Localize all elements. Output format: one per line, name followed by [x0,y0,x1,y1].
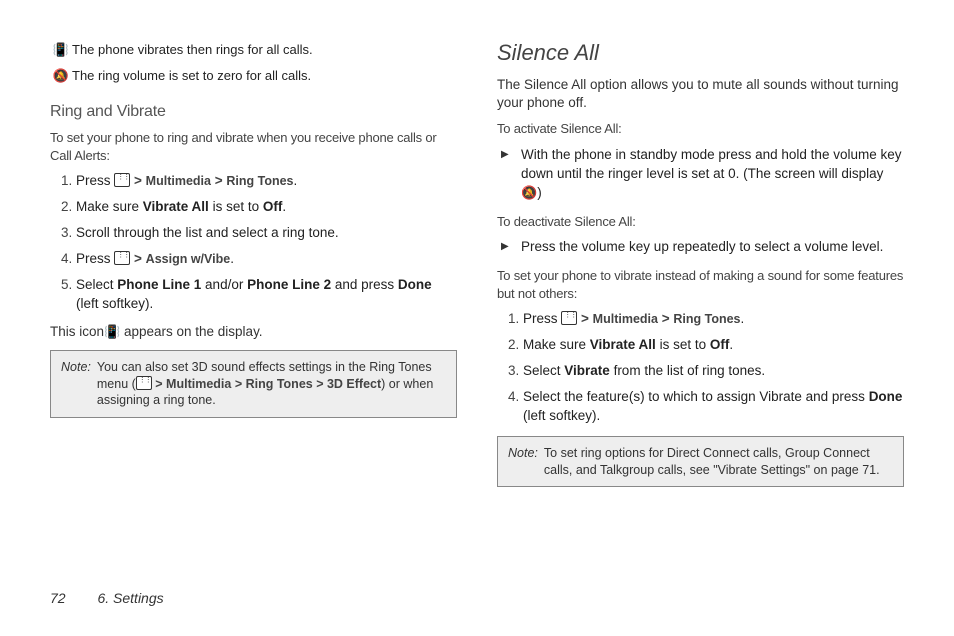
page-number: 72 [50,590,66,606]
section-heading-silence-all: Silence All [497,40,904,66]
deactivate-lead: To deactivate Silence All: [497,213,904,231]
display-icon-line: This icon📳 appears on the display. [50,323,457,341]
page-columns: 📳 The phone vibrates then rings for all … [50,40,904,495]
vibrate-ring-icon: 📳 [50,40,72,60]
step-item: Press > Assign w/Vibe. [76,250,457,269]
note-label: Note: [508,445,538,479]
vibrate-lead: To set your phone to vibrate instead of … [497,267,904,302]
note-box: Note: To set ring options for Direct Con… [497,436,904,488]
legend-text: The ring volume is set to zero for all c… [72,66,311,86]
step-item: Select Vibrate from the list of ring ton… [523,362,904,381]
bullet-item: With the phone in standby mode press and… [521,146,904,203]
steps-list: Press > Multimedia > Ring Tones. Make su… [497,310,904,425]
menu-key-icon [561,311,577,325]
page-footer: 72 6. Settings [50,590,164,606]
note-text: You can also set 3D sound effects settin… [97,359,446,410]
step-item: Press > Multimedia > Ring Tones. [523,310,904,329]
silent-bell-icon: 🔕 [521,185,537,200]
legend-text: The phone vibrates then rings for all ca… [72,40,313,60]
intro-text: The Silence All option allows you to mut… [497,76,904,112]
step-item: Select Phone Line 1 and/or Phone Line 2 … [76,276,457,314]
steps-list: Press > Multimedia > Ring Tones. Make su… [50,172,457,313]
step-item: Scroll through the list and select a rin… [76,224,457,243]
menu-key-icon [136,376,152,390]
note-text: To set ring options for Direct Connect c… [544,445,893,479]
icon-legend-list: 📳 The phone vibrates then rings for all … [50,40,457,85]
menu-key-icon [114,173,130,187]
left-column: 📳 The phone vibrates then rings for all … [50,40,457,495]
note-box: Note: You can also set 3D sound effects … [50,350,457,419]
legend-row: 📳 The phone vibrates then rings for all … [50,40,457,60]
step-item: Select the feature(s) to which to assign… [523,388,904,426]
intro-text: To set your phone to ring and vibrate wh… [50,129,457,164]
vibrate-ring-icon: 📳 [104,324,120,339]
menu-key-icon [114,251,130,265]
step-item: Press > Multimedia > Ring Tones. [76,172,457,191]
bullet-list: With the phone in standby mode press and… [497,146,904,203]
legend-row: 🔕 The ring volume is set to zero for all… [50,66,457,86]
subheading-ring-vibrate: Ring and Vibrate [50,103,457,121]
silent-bell-icon: 🔕 [50,66,72,86]
bullet-list: Press the volume key up repeatedly to se… [497,238,904,257]
bullet-item: Press the volume key up repeatedly to se… [521,238,904,257]
right-column: Silence All The Silence All option allow… [497,40,904,495]
step-item: Make sure Vibrate All is set to Off. [76,198,457,217]
note-label: Note: [61,359,91,410]
chapter-label: 6. Settings [97,590,163,606]
step-item: Make sure Vibrate All is set to Off. [523,336,904,355]
activate-lead: To activate Silence All: [497,120,904,138]
